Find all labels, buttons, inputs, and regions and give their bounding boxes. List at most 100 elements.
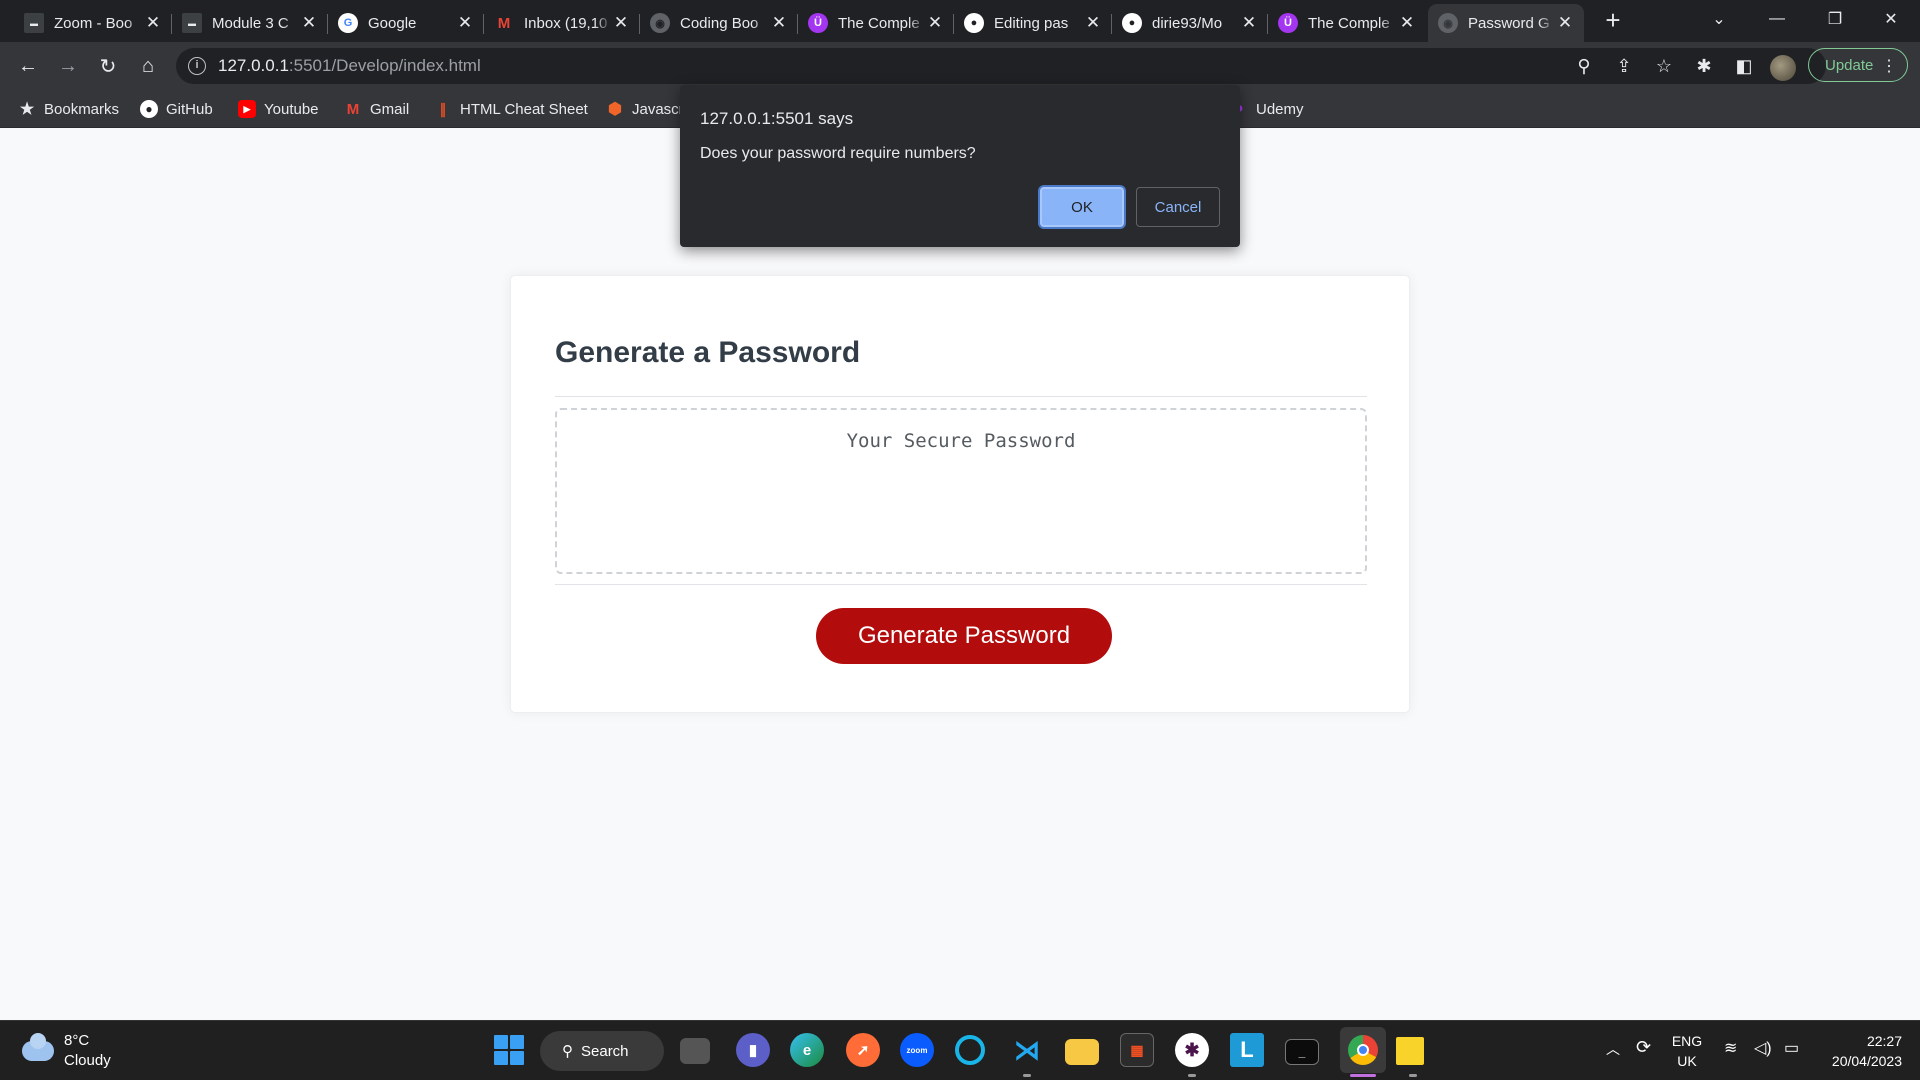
- bookmark-bookmarks[interactable]: ★ Bookmarks: [18, 98, 119, 120]
- close-icon[interactable]: ✕: [1084, 13, 1102, 33]
- gmail-icon: M: [346, 100, 360, 118]
- home-icon[interactable]: ⌂: [132, 50, 164, 82]
- bookmark-udemy[interactable]: ● Udemy: [1230, 98, 1303, 120]
- terminal-icon[interactable]: _: [1285, 1039, 1319, 1065]
- clock-date: 20/04/2023: [1831, 1053, 1902, 1069]
- sticky-notes-running-indicator: [1409, 1074, 1417, 1077]
- generate-password-button[interactable]: Generate Password: [816, 608, 1112, 664]
- zoom-icon[interactable]: zoom: [900, 1033, 934, 1067]
- close-icon[interactable]: ✕: [1398, 13, 1416, 33]
- bookmark-label: GitHub: [166, 100, 213, 118]
- start-button[interactable]: [494, 1035, 524, 1065]
- forward-icon[interactable]: →: [52, 50, 84, 82]
- javascript-icon: ⬢: [608, 101, 622, 118]
- reload-icon[interactable]: ↻: [92, 50, 124, 82]
- battery-icon[interactable]: ▭: [1784, 1038, 1799, 1058]
- close-icon[interactable]: ✕: [926, 13, 944, 33]
- minimize-icon[interactable]: —: [1748, 0, 1806, 38]
- search-label: Search: [581, 1042, 629, 1060]
- card-header-divider: [555, 396, 1367, 397]
- profile-avatar[interactable]: [1770, 55, 1796, 81]
- new-tab-button[interactable]: +: [1598, 6, 1628, 36]
- bookmark-github[interactable]: ● GitHub: [140, 98, 213, 120]
- bookmark-html-cheat-sheet[interactable]: ∥ HTML Cheat Sheet: [434, 98, 588, 120]
- close-icon[interactable]: ✕: [144, 13, 162, 33]
- bookmark-label: Javascri: [632, 100, 688, 118]
- bookmark-star-icon[interactable]: ☆: [1648, 50, 1680, 82]
- close-icon[interactable]: ✕: [612, 13, 630, 33]
- extensions-icon[interactable]: ✱: [1688, 50, 1720, 82]
- tab-udemy-1[interactable]: Ü The Comple ✕: [798, 4, 954, 42]
- tab-github-repo[interactable]: ● dirie93/Mo ✕: [1112, 4, 1268, 42]
- lang-code: ENG: [1671, 1033, 1703, 1049]
- tab-github-editing[interactable]: ● Editing pas ✕: [954, 4, 1112, 42]
- cortana-icon[interactable]: [955, 1035, 985, 1065]
- sync-icon[interactable]: ⟳: [1636, 1037, 1651, 1058]
- ms-store-icon[interactable]: ▦: [1120, 1033, 1154, 1067]
- tab-strip: ▬ Zoom - Boo ✕ ▬ Module 3 C ✕ G Google ✕…: [0, 0, 1920, 42]
- close-icon[interactable]: ✕: [456, 13, 474, 33]
- tab-coding-bootcamp[interactable]: ◉ Coding Boo ✕: [640, 4, 798, 42]
- password-output-box[interactable]: [555, 408, 1367, 574]
- update-button[interactable]: Update ⋮: [1808, 48, 1908, 82]
- chrome-taskbar-button[interactable]: [1340, 1027, 1386, 1073]
- address-bar[interactable]: i 127.0.0.1:5501/Develop/index.html ⚲ ⇪ …: [176, 48, 1856, 84]
- vscode-running-indicator: [1023, 1074, 1031, 1077]
- bookmark-label: Youtube: [264, 100, 319, 118]
- close-icon[interactable]: ✕: [770, 13, 788, 33]
- teams-chat-icon[interactable]: ▮: [736, 1033, 770, 1067]
- github-icon: ●: [1122, 13, 1142, 33]
- window-close-icon[interactable]: ✕: [1862, 0, 1920, 38]
- url-text[interactable]: 127.0.0.1:5501/Develop/index.html: [218, 56, 481, 76]
- tab-password-generator[interactable]: ◉ Password G ✕: [1428, 4, 1584, 42]
- tab-gmail-inbox[interactable]: M Inbox (19,10 ✕: [484, 4, 640, 42]
- weather-widget[interactable]: 8°C Cloudy: [22, 1031, 111, 1071]
- side-panel-icon[interactable]: ◧: [1728, 50, 1760, 82]
- chrome-active-indicator: [1350, 1074, 1376, 1077]
- password-output[interactable]: [557, 410, 1365, 572]
- gmail-icon: M: [497, 14, 511, 32]
- tray-overflow-chevron-icon[interactable]: ︿: [1606, 1039, 1620, 1059]
- language-indicator[interactable]: ENG UK: [1670, 1031, 1704, 1071]
- tab-search-chevron-icon[interactable]: ⌄: [1690, 0, 1748, 38]
- tab-module-3[interactable]: ▬ Module 3 C ✕: [172, 4, 328, 42]
- zoom-magnifier-icon[interactable]: ⚲: [1568, 50, 1600, 82]
- ok-button[interactable]: OK: [1040, 187, 1124, 227]
- edge-icon[interactable]: e: [790, 1033, 824, 1067]
- vscode-icon[interactable]: ⋊: [1010, 1033, 1044, 1067]
- l-app-icon[interactable]: L: [1230, 1033, 1264, 1067]
- bookmark-gmail[interactable]: M Gmail: [344, 98, 409, 120]
- restore-icon[interactable]: ❐: [1806, 0, 1864, 38]
- sticky-notes-icon[interactable]: [1396, 1037, 1424, 1065]
- bookmark-youtube[interactable]: ▶ Youtube: [238, 98, 319, 120]
- dialog-message: Does your password require numbers?: [700, 145, 976, 162]
- card-footer-divider: [555, 584, 1367, 585]
- address-bar-field[interactable]: i 127.0.0.1:5501/Develop/index.html ⚲ ⇪ …: [176, 48, 1826, 84]
- system-clock[interactable]: 22:27 20/04/2023: [1818, 1031, 1902, 1071]
- tab-zoom[interactable]: ▬ Zoom - Boo ✕: [14, 4, 172, 42]
- close-icon[interactable]: ✕: [300, 13, 318, 33]
- site-info-icon[interactable]: i: [188, 57, 206, 75]
- tab-title: Editing pas: [994, 14, 1069, 32]
- share-icon[interactable]: ⇪: [1608, 50, 1640, 82]
- more-menu-icon[interactable]: ⋮: [1881, 56, 1897, 76]
- taskbar-search[interactable]: ⚲ Search: [540, 1031, 664, 1071]
- tab-google[interactable]: G Google ✕: [328, 4, 484, 42]
- file-explorer-icon[interactable]: [1065, 1039, 1099, 1065]
- cancel-button[interactable]: Cancel: [1136, 187, 1220, 227]
- volume-icon[interactable]: ◁): [1754, 1038, 1772, 1058]
- html-cheatsheet-icon: ∥: [439, 100, 447, 117]
- wifi-icon[interactable]: ≋: [1724, 1038, 1737, 1058]
- globe-icon: ◉: [650, 13, 670, 33]
- slack-icon[interactable]: ✱: [1175, 1033, 1209, 1067]
- page-title: Generate a Password: [555, 336, 861, 369]
- tab-udemy-2[interactable]: Ü The Comple ✕: [1268, 4, 1426, 42]
- task-view-icon[interactable]: [680, 1038, 710, 1064]
- bookmark-javascript[interactable]: ⬢ Javascri: [606, 98, 687, 120]
- close-icon[interactable]: ✕: [1240, 13, 1258, 33]
- back-icon[interactable]: ←: [12, 50, 44, 82]
- postman-icon[interactable]: ➚: [846, 1033, 880, 1067]
- close-icon[interactable]: ✕: [1556, 13, 1574, 33]
- windows-taskbar: 8°C Cloudy ⚲ Search ▮ e ➚ zoom ⋊ ▦ ✱ L _…: [0, 1020, 1920, 1080]
- password-card: Generate a Password Generate Password: [510, 275, 1410, 713]
